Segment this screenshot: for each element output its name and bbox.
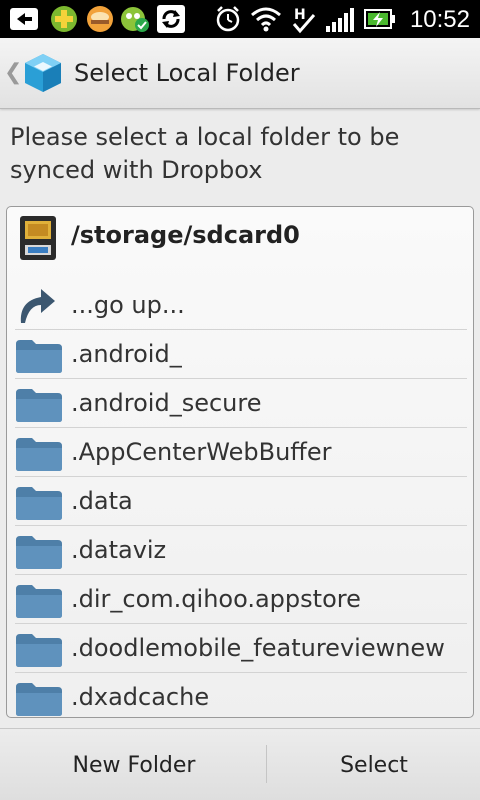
- new-folder-button[interactable]: New Folder: [14, 729, 254, 800]
- folder-name: .data: [71, 487, 133, 515]
- back-chevron-icon[interactable]: ❮: [4, 60, 22, 85]
- plus-app-icon: [51, 6, 77, 32]
- select-button[interactable]: Select: [254, 729, 480, 800]
- status-bar: H 10:52: [0, 0, 480, 38]
- folder-name: .android_secure: [71, 389, 262, 417]
- go-up-row[interactable]: ...go up...: [7, 279, 473, 329]
- go-up-arrow-icon: [20, 289, 55, 323]
- screen: H 10:52 ❮ Select Local Folder Please sel…: [0, 0, 480, 800]
- network-h-icon: H: [292, 7, 316, 34]
- folder-row[interactable]: .dxadcache: [15, 672, 467, 717]
- folder-browser-panel: /storage/sdcard0 ...go up... .android_ .…: [6, 206, 474, 718]
- folder-name: .AppCenterWebBuffer: [71, 438, 332, 466]
- folder-row[interactable]: .dataviz: [15, 525, 467, 574]
- go-up-label: ...go up...: [71, 291, 185, 319]
- folder-row[interactable]: .AppCenterWebBuffer: [15, 427, 467, 476]
- food-app-icon: [87, 6, 113, 32]
- back-notify-icon: [10, 8, 38, 30]
- signal-icon: [326, 8, 354, 32]
- frog-app-icon: [121, 7, 149, 32]
- alarm-icon: [216, 6, 240, 32]
- folder-row[interactable]: .android_secure: [15, 378, 467, 427]
- folder-icon: [16, 634, 62, 667]
- folder-icon: [16, 340, 62, 373]
- folder-row[interactable]: .android_: [15, 329, 467, 378]
- wifi-icon: [251, 7, 281, 32]
- folder-name: .android_: [71, 340, 182, 368]
- folder-row[interactable]: .dir_com.qihoo.appstore: [15, 574, 467, 623]
- page-title: Select Local Folder: [74, 59, 300, 87]
- folder-icon: [16, 536, 62, 569]
- folder-icon: [16, 389, 62, 422]
- folder-name: .dxadcache: [71, 683, 210, 711]
- folder-list: .android_ .android_secure .AppCenterWebB…: [7, 329, 473, 717]
- folder-icon: [16, 487, 62, 520]
- instruction-text: Please select a local folder to be synce…: [10, 123, 400, 184]
- folder-row[interactable]: .doodlemobile_featureviewnew: [15, 623, 467, 672]
- status-time: 10:52: [409, 6, 470, 33]
- folder-icon: [16, 438, 62, 471]
- bottom-button-bar: New Folder Select: [0, 728, 480, 800]
- folder-name: .doodlemobile_featureviewnew: [71, 634, 445, 662]
- app-logo-icon[interactable]: [22, 52, 64, 94]
- sync-icon: [157, 5, 185, 33]
- folder-name: .dataviz: [71, 536, 167, 564]
- current-path-row: /storage/sdcard0: [7, 207, 473, 269]
- folder-row[interactable]: .data: [15, 476, 467, 525]
- folder-icon: [16, 585, 62, 618]
- sdcard-icon: [20, 216, 56, 260]
- svg-text:H: H: [294, 7, 306, 23]
- action-bar: ❮ Select Local Folder: [0, 38, 480, 109]
- folder-name: .dir_com.qihoo.appstore: [71, 585, 361, 613]
- folder-icon: [16, 683, 62, 716]
- battery-icon: [364, 9, 395, 29]
- current-path-label: /storage/sdcard0: [71, 221, 300, 249]
